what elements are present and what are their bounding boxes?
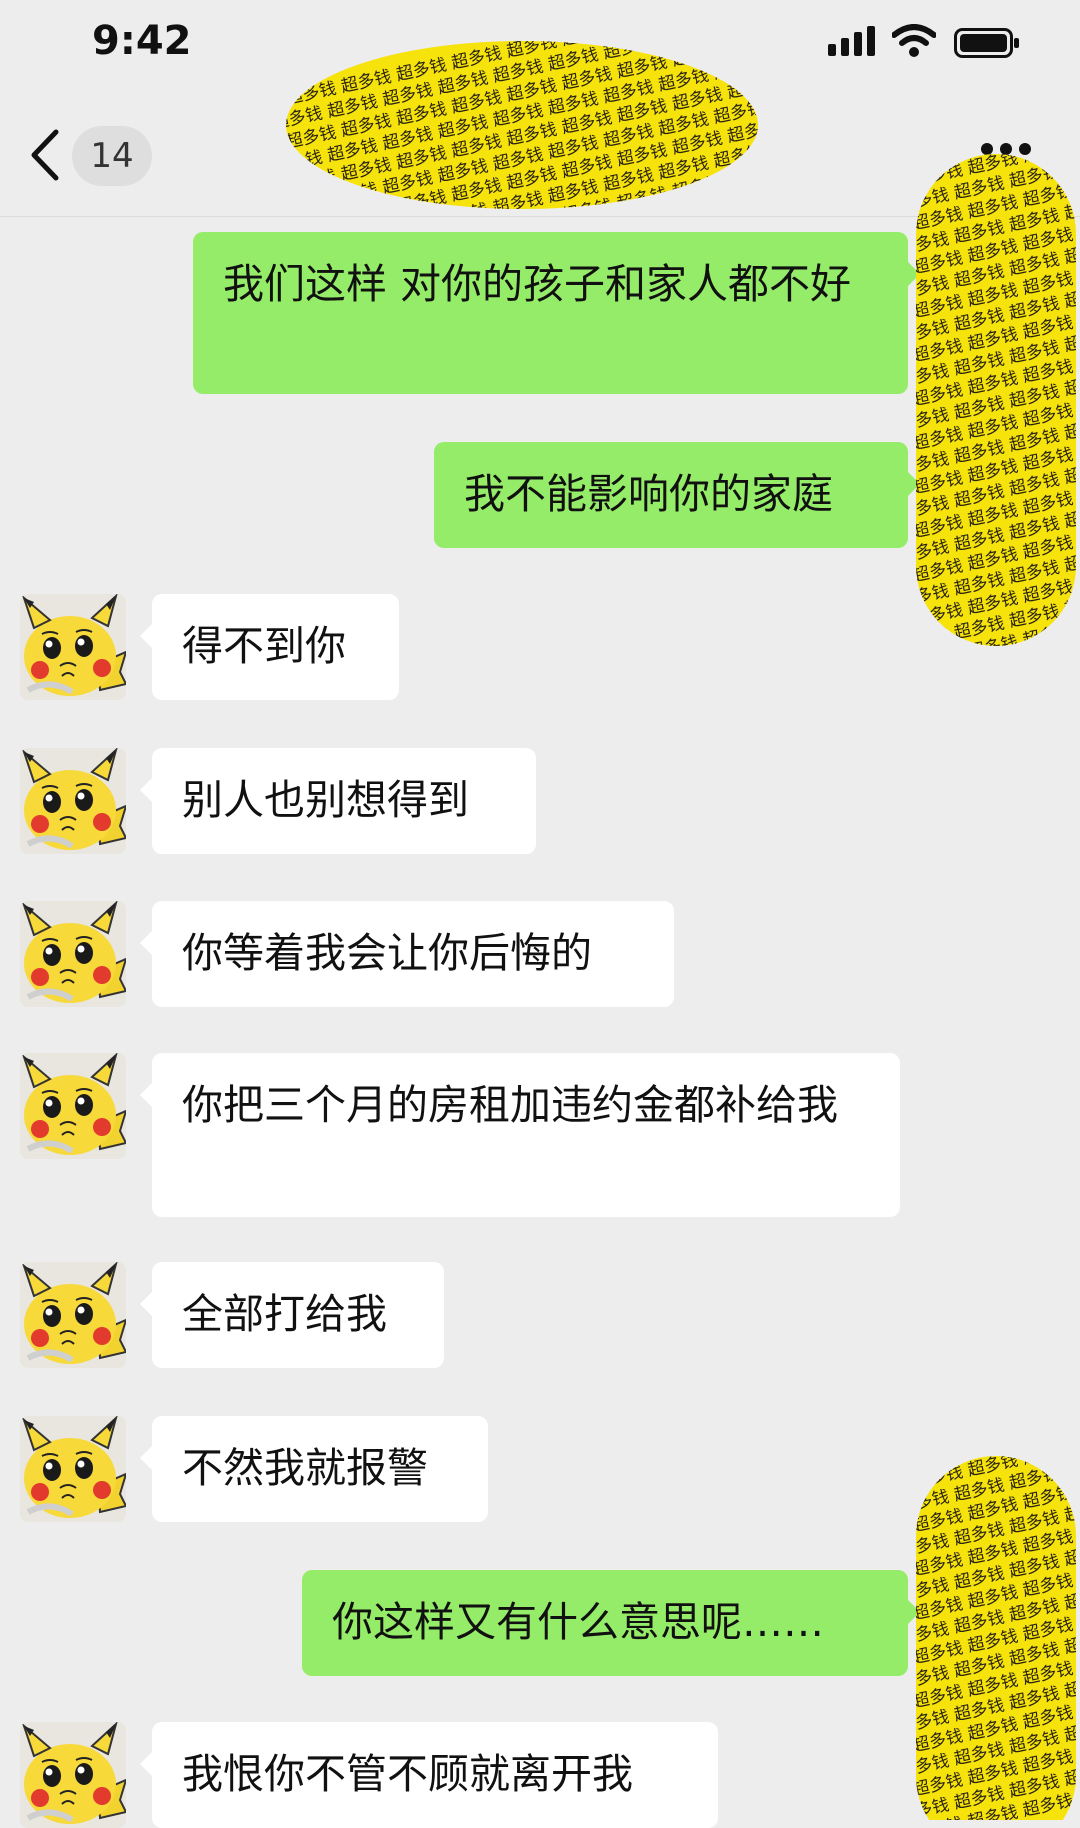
censor-text-pattern: 超多钱 超多钱 超多钱 超多钱 超多钱 超多钱 超多钱 超多钱 超多钱 超多钱 … (916, 1456, 1076, 1820)
bubble-tail (140, 931, 152, 955)
censor-sticker-title: 超多钱 超多钱 超多钱 超多钱 超多钱 超多钱 超多钱 超多钱 超多钱 超多钱 … (282, 36, 762, 214)
contact-avatar[interactable] (20, 1053, 126, 1159)
message-bubble[interactable]: 我们这样 对你的孩子和家人都不好 (193, 232, 908, 394)
wifi-icon (892, 24, 936, 57)
message-bubble[interactable]: 不然我就报警 (152, 1416, 488, 1522)
bubble-tail (140, 1446, 152, 1470)
censor-text-pattern: 超多钱 超多钱 超多钱 超多钱 超多钱 超多钱 超多钱 超多钱 超多钱 超多钱 … (286, 41, 758, 209)
message-bubble[interactable]: 你这样又有什么意思呢…… (302, 1570, 908, 1676)
battery-icon (954, 28, 1019, 58)
contact-avatar[interactable] (20, 1722, 126, 1828)
bubble-tail (140, 1083, 152, 1107)
bubble-tail (140, 778, 152, 802)
contact-avatar[interactable] (20, 748, 126, 854)
censor-text-pattern: 超多钱 超多钱 超多钱 超多钱 超多钱 超多钱 超多钱 超多钱 超多钱 超多钱 … (916, 154, 1076, 646)
contact-avatar[interactable] (20, 1262, 126, 1368)
message-bubble[interactable]: 我恨你不管不顾就离开我 (152, 1722, 718, 1828)
bubble-tail (140, 624, 152, 648)
bubble-tail (140, 1292, 152, 1316)
message-bubble[interactable]: 你等着我会让你后悔的 (152, 901, 674, 1007)
censor-sticker-avatar-bottom: 超多钱 超多钱 超多钱 超多钱 超多钱 超多钱 超多钱 超多钱 超多钱 超多钱 … (912, 1452, 1080, 1820)
back-arrow-icon[interactable] (28, 128, 62, 182)
message-bubble[interactable]: 你把三个月的房租加违约金都补给我 (152, 1053, 900, 1217)
signal-icon (828, 26, 875, 56)
message-bubble[interactable]: 别人也别想得到 (152, 748, 536, 854)
contact-avatar[interactable] (20, 901, 126, 1007)
message-bubble[interactable]: 我不能影响你的家庭 (434, 442, 908, 548)
message-bubble[interactable]: 得不到你 (152, 594, 399, 700)
contact-avatar[interactable] (20, 1416, 126, 1522)
unread-count-badge[interactable]: 14 (72, 126, 152, 186)
message-bubble[interactable]: 全部打给我 (152, 1262, 444, 1368)
bubble-tail (140, 1752, 152, 1776)
status-time: 9:42 (92, 18, 192, 64)
censor-sticker-avatar-top: 超多钱 超多钱 超多钱 超多钱 超多钱 超多钱 超多钱 超多钱 超多钱 超多钱 … (912, 150, 1080, 650)
contact-avatar[interactable] (20, 594, 126, 700)
